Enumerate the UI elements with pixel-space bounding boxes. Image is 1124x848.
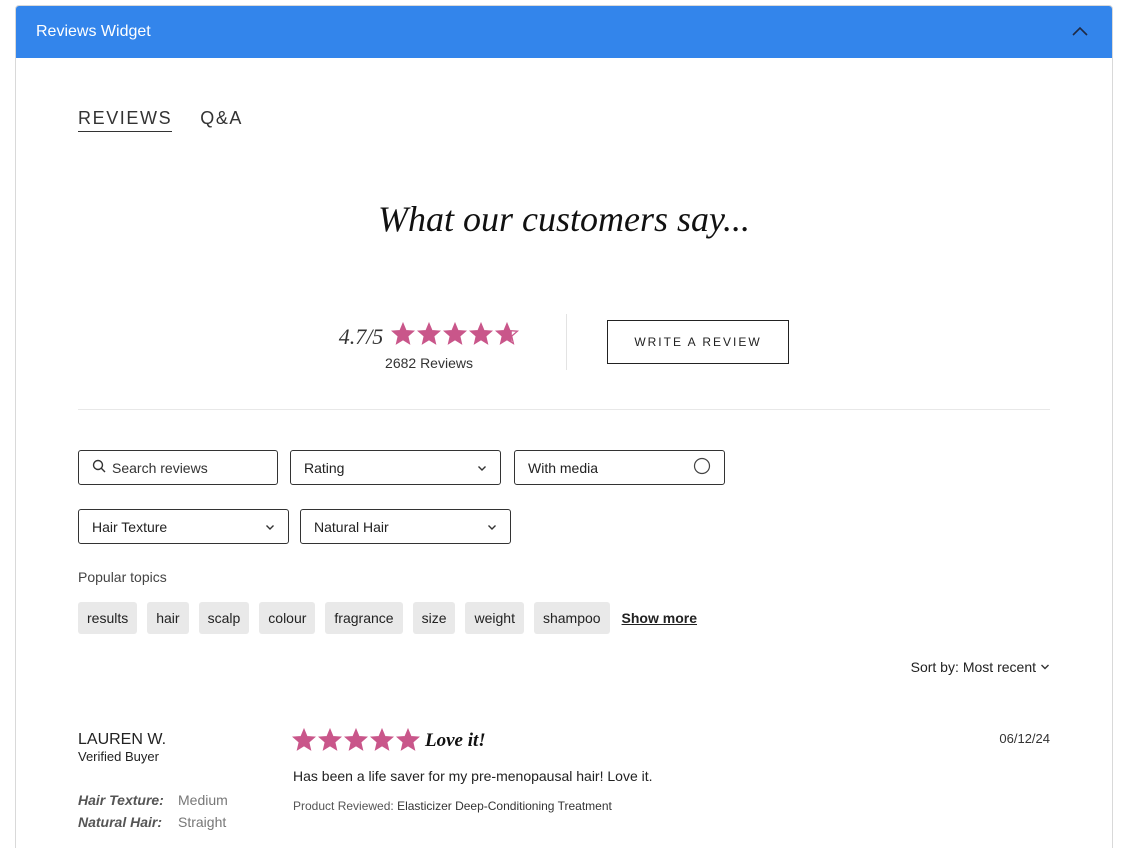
popular-topics-label: Popular topics: [78, 569, 167, 585]
with-media-filter[interactable]: With media: [514, 450, 725, 485]
product-reviewed: Product Reviewed: Elasticizer Deep-Condi…: [293, 799, 612, 813]
review-attribute: Hair Texture: Medium: [78, 792, 228, 808]
write-review-button[interactable]: WRITE A REVIEW: [607, 320, 789, 364]
review-count: 2682 Reviews: [385, 355, 473, 371]
star-icon: [291, 727, 317, 757]
topic-chip[interactable]: colour: [259, 602, 316, 634]
topic-chip[interactable]: fragrance: [325, 602, 403, 634]
sort-dropdown[interactable]: Sort by: Most recent: [911, 659, 1050, 675]
tab-reviews[interactable]: REVIEWS: [78, 108, 173, 132]
search-input[interactable]: [112, 459, 262, 476]
radio-circle-icon[interactable]: [693, 457, 711, 478]
chevron-down-icon: [487, 518, 497, 535]
star-icon: [343, 727, 369, 757]
star-icon: [417, 321, 442, 351]
tab-qa[interactable]: Q&A: [200, 108, 243, 132]
widget-header: Reviews Widget: [16, 6, 1112, 58]
review-attribute: Natural Hair: Straight: [78, 814, 226, 830]
attribute-value: Straight: [178, 814, 227, 830]
reviews-widget: Reviews Widget REVIEWS Q&A What our cust…: [15, 5, 1113, 848]
page-headline: What our customers say...: [378, 199, 750, 239]
review-tabs: REVIEWS Q&A: [78, 108, 243, 132]
review-author: LAUREN W.: [78, 731, 167, 748]
section-divider: [78, 409, 1050, 410]
review-body: Has been a life saver for my pre-menopau…: [293, 768, 653, 784]
topic-chips: results hair scalp colour fragrance size…: [78, 602, 697, 634]
product-reviewed-label: Product Reviewed:: [293, 799, 394, 813]
star-icon: [395, 727, 421, 757]
review-date: 06/12/24: [999, 731, 1050, 746]
chevron-down-icon: [477, 460, 487, 476]
star-icon: [391, 321, 416, 351]
star-icon: [469, 321, 494, 351]
verified-buyer-badge: Verified Buyer: [78, 749, 159, 764]
hair-texture-label: Hair Texture: [92, 518, 168, 535]
attribute-key: Natural Hair:: [78, 814, 163, 830]
sort-label: Sort by:: [910, 659, 959, 675]
topic-chip[interactable]: size: [412, 602, 456, 634]
star-icon: [317, 727, 343, 757]
attribute-key: Hair Texture:: [78, 792, 164, 808]
star-icon: [443, 321, 468, 351]
natural-hair-filter[interactable]: Natural Hair: [300, 509, 511, 544]
widget-title: Reviews Widget: [36, 23, 151, 40]
rating-summary: 4.7/5 2682 Reviews: [338, 321, 520, 371]
summary-divider: [566, 314, 567, 370]
rating-filter[interactable]: Rating: [290, 450, 501, 485]
topic-chip[interactable]: results: [78, 602, 138, 634]
topic-chip[interactable]: scalp: [198, 602, 250, 634]
natural-hair-label: Natural Hair: [314, 518, 389, 535]
average-rating: 4.7/5: [338, 323, 384, 349]
product-name: Elasticizer Deep-Conditioning Treatment: [397, 799, 612, 813]
topic-chip[interactable]: hair: [147, 602, 189, 634]
chevron-down-icon: [265, 518, 275, 535]
review-star-rating: [291, 727, 421, 757]
star-icon: [369, 727, 395, 757]
show-more-topics-link[interactable]: Show more: [622, 610, 697, 626]
chevron-down-icon: [1040, 659, 1050, 675]
chevron-up-icon[interactable]: [1068, 20, 1092, 44]
search-field[interactable]: [78, 450, 278, 485]
summary-star-rating: [391, 321, 520, 351]
with-media-label: With media: [528, 459, 599, 476]
topic-chip[interactable]: weight: [465, 602, 524, 634]
review-title: Love it!: [425, 730, 486, 751]
rating-filter-label: Rating: [304, 459, 345, 476]
star-icon: [495, 321, 520, 351]
sort-value: Most recent: [962, 659, 1036, 675]
topic-chip[interactable]: shampoo: [533, 602, 610, 634]
attribute-value: Medium: [178, 792, 228, 808]
hair-texture-filter[interactable]: Hair Texture: [78, 509, 289, 544]
search-icon: [92, 459, 106, 476]
